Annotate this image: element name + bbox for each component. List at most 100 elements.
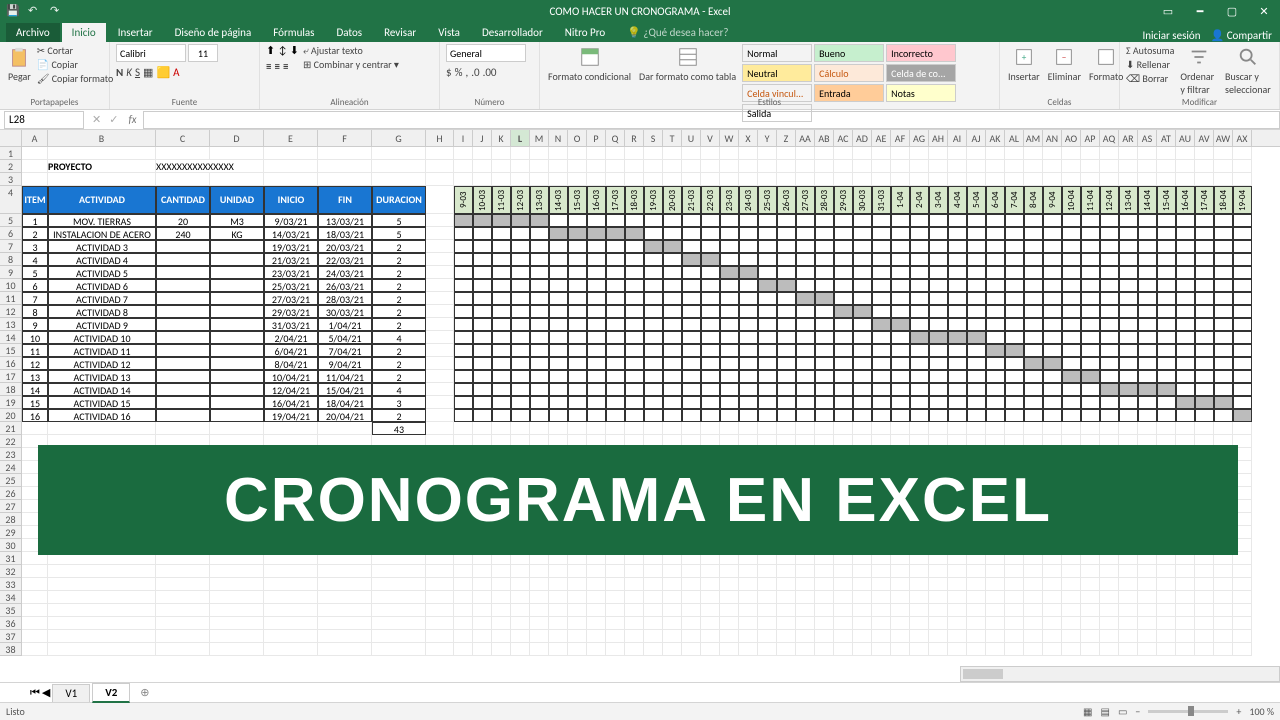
cell[interactable]: 16/04/21 xyxy=(264,396,318,409)
cell[interactable] xyxy=(1024,266,1043,279)
cell[interactable] xyxy=(473,266,492,279)
cell[interactable] xyxy=(156,383,210,396)
cell[interactable] xyxy=(910,173,929,186)
cell[interactable] xyxy=(910,240,929,253)
cell[interactable] xyxy=(454,318,473,331)
cell[interactable] xyxy=(891,160,910,173)
col-header[interactable]: I xyxy=(454,130,473,146)
cell[interactable] xyxy=(549,643,568,656)
cell[interactable] xyxy=(948,227,967,240)
cell[interactable]: 5 xyxy=(22,266,48,279)
cell[interactable] xyxy=(549,591,568,604)
autosum-button[interactable]: Σ Autosuma xyxy=(1126,44,1174,57)
cell[interactable] xyxy=(1138,422,1157,435)
cell[interactable] xyxy=(454,604,473,617)
cell[interactable] xyxy=(815,591,834,604)
cell[interactable] xyxy=(606,147,625,160)
cell[interactable] xyxy=(891,630,910,643)
cell[interactable] xyxy=(853,305,872,318)
cell[interactable] xyxy=(1214,422,1233,435)
cell[interactable] xyxy=(473,396,492,409)
cell[interactable] xyxy=(1043,604,1062,617)
cell[interactable] xyxy=(1119,292,1138,305)
cell[interactable] xyxy=(1233,160,1252,173)
cell[interactable] xyxy=(473,214,492,227)
cell[interactable] xyxy=(948,344,967,357)
cell[interactable] xyxy=(948,266,967,279)
cell[interactable] xyxy=(1043,396,1062,409)
cell[interactable] xyxy=(967,357,986,370)
cell[interactable] xyxy=(986,173,1005,186)
cell[interactable] xyxy=(891,422,910,435)
cell[interactable] xyxy=(587,305,606,318)
cell[interactable] xyxy=(210,383,264,396)
cell[interactable] xyxy=(568,643,587,656)
cell[interactable] xyxy=(1081,240,1100,253)
cell[interactable] xyxy=(872,604,891,617)
cell[interactable] xyxy=(796,383,815,396)
cell[interactable] xyxy=(682,396,701,409)
cell[interactable] xyxy=(1081,331,1100,344)
cell[interactable] xyxy=(568,578,587,591)
cell[interactable] xyxy=(426,160,454,173)
cell[interactable] xyxy=(22,565,48,578)
cell[interactable] xyxy=(372,173,426,186)
delete-cells-button[interactable]: −Eliminar xyxy=(1046,44,1083,85)
cell[interactable] xyxy=(644,344,663,357)
cell[interactable]: 23-03 xyxy=(720,186,739,214)
cell[interactable] xyxy=(872,565,891,578)
cell[interactable] xyxy=(1176,409,1195,422)
cell[interactable] xyxy=(1005,370,1024,383)
cell[interactable] xyxy=(426,279,454,292)
cell[interactable] xyxy=(426,396,454,409)
cell[interactable] xyxy=(815,578,834,591)
cell[interactable] xyxy=(663,266,682,279)
cell[interactable] xyxy=(372,147,426,160)
cell[interactable] xyxy=(853,279,872,292)
cell[interactable] xyxy=(986,565,1005,578)
cell[interactable] xyxy=(454,565,473,578)
cell[interactable] xyxy=(663,630,682,643)
cell[interactable] xyxy=(1100,173,1119,186)
cell[interactable] xyxy=(530,370,549,383)
cell[interactable] xyxy=(511,422,530,435)
cell[interactable]: DURACION xyxy=(372,186,426,214)
cell[interactable] xyxy=(948,253,967,266)
cell[interactable] xyxy=(701,227,720,240)
sort-filter-button[interactable]: Ordenar y filtrar xyxy=(1178,44,1219,98)
cell[interactable] xyxy=(1043,383,1062,396)
cell[interactable] xyxy=(568,292,587,305)
cell[interactable]: 21/03/21 xyxy=(264,253,318,266)
col-header[interactable]: AM xyxy=(1024,130,1043,146)
cell[interactable] xyxy=(1195,565,1214,578)
cell[interactable] xyxy=(758,630,777,643)
cell[interactable] xyxy=(815,292,834,305)
row-header[interactable]: 22 xyxy=(0,435,22,448)
cell[interactable] xyxy=(1119,604,1138,617)
cell[interactable] xyxy=(1024,160,1043,173)
cell[interactable] xyxy=(929,578,948,591)
cell[interactable] xyxy=(682,240,701,253)
cell[interactable]: 25/03/21 xyxy=(264,279,318,292)
cell[interactable] xyxy=(511,396,530,409)
cell[interactable] xyxy=(853,266,872,279)
tell-me[interactable]: 💡 ¿Qué desea hacer? xyxy=(617,23,738,42)
cell[interactable] xyxy=(1119,266,1138,279)
cell[interactable] xyxy=(426,214,454,227)
cell[interactable] xyxy=(372,617,426,630)
cell[interactable] xyxy=(1214,305,1233,318)
tab-view[interactable]: Vista xyxy=(428,23,470,42)
col-header[interactable]: AL xyxy=(1005,130,1024,146)
cell[interactable] xyxy=(1005,344,1024,357)
cell[interactable] xyxy=(891,591,910,604)
name-box[interactable] xyxy=(4,111,84,129)
cell[interactable] xyxy=(1157,266,1176,279)
cell[interactable] xyxy=(1138,214,1157,227)
cell[interactable]: 4 xyxy=(22,253,48,266)
cell[interactable] xyxy=(426,357,454,370)
cell[interactable] xyxy=(1138,578,1157,591)
cell[interactable] xyxy=(644,630,663,643)
cell[interactable]: ACTIVIDAD 4 xyxy=(48,253,156,266)
cell[interactable] xyxy=(1062,591,1081,604)
cell[interactable] xyxy=(1100,604,1119,617)
